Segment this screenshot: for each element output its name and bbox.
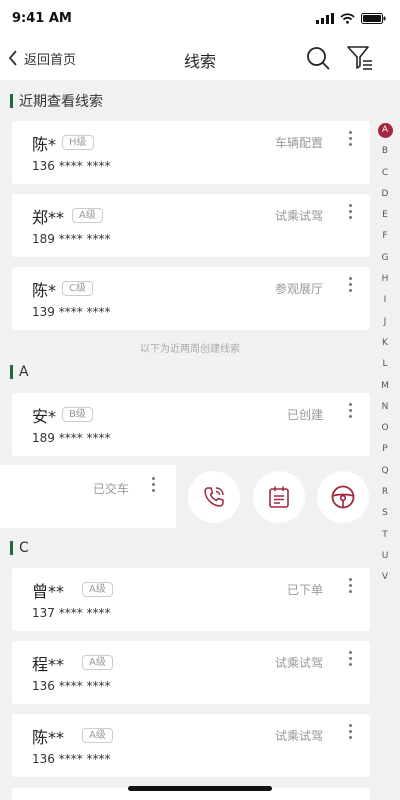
index-letter[interactable]: U	[376, 546, 394, 567]
lead-name: 陈**	[32, 728, 65, 747]
lead-status: 参观展厅	[274, 282, 323, 296]
lead-grade-badge: A级	[82, 655, 113, 670]
section-header-a: A	[10, 362, 29, 382]
index-letter[interactable]: S	[376, 503, 394, 524]
index-letter[interactable]: E	[376, 205, 394, 226]
lead-card[interactable]: 曾** A级 137 **** **** 已下单	[12, 568, 370, 631]
chevron-left-icon	[8, 50, 17, 66]
index-letter[interactable]: T	[376, 525, 394, 546]
lead-grade-badge: B级	[62, 407, 93, 422]
search-icon[interactable]	[305, 45, 331, 71]
lead-name: 程**	[32, 655, 65, 674]
lead-name: 郑**	[32, 208, 65, 227]
status-time: 9:41 AM	[12, 10, 72, 26]
steering-wheel-icon	[331, 485, 355, 509]
lead-grade-badge: A级	[82, 728, 113, 743]
lead-card[interactable]: 程** A级 136 **** **** 试乘试驾	[12, 641, 370, 704]
section-header-recent: 近期查看线索	[10, 91, 103, 111]
lead-status: 已创建	[286, 408, 323, 422]
index-letter[interactable]: A	[376, 120, 394, 141]
nav-bar: 返回首页 线索	[0, 36, 400, 80]
test-drive-button[interactable]	[317, 471, 369, 523]
more-icon[interactable]	[344, 277, 356, 297]
lead-card[interactable]: 陈* H级 136 **** **** 车辆配置	[12, 121, 370, 184]
index-letter[interactable]: Q	[376, 461, 394, 482]
more-icon[interactable]	[344, 204, 356, 224]
filter-icon[interactable]	[346, 44, 374, 72]
back-label: 返回首页	[24, 52, 77, 68]
index-letter[interactable]: H	[376, 269, 394, 290]
lead-card-swiped[interactable]: 已交车	[0, 465, 176, 528]
lead-grade-badge: A级	[72, 208, 103, 223]
index-letter[interactable]: R	[376, 482, 394, 503]
battery-icon	[361, 12, 386, 24]
status-icons	[316, 12, 386, 24]
section-title: 近期查看线索	[19, 94, 103, 110]
index-letter[interactable]: B	[376, 141, 394, 162]
lead-name: 陈*	[32, 135, 57, 154]
home-indicator	[128, 786, 272, 791]
lead-status: 试乘试驾	[274, 729, 323, 743]
lead-phone: 136 **** ****	[32, 679, 111, 693]
lead-card[interactable]: 陈* C级 139 **** **** 参观展厅	[12, 267, 370, 330]
index-letter[interactable]: P	[376, 439, 394, 460]
recent-footer-note: 以下为近两周创建线索	[140, 344, 240, 355]
index-letter[interactable]: D	[376, 184, 394, 205]
section-accent-bar	[10, 365, 13, 379]
more-icon[interactable]	[147, 477, 159, 497]
index-letter[interactable]: C	[376, 163, 394, 184]
index-letter[interactable]: O	[376, 418, 394, 439]
index-letter[interactable]: G	[376, 248, 394, 269]
section-title: A	[19, 364, 29, 380]
index-letter[interactable]: M	[376, 376, 394, 397]
index-letter[interactable]: F	[376, 226, 394, 247]
lead-phone: 136 **** ****	[32, 752, 111, 766]
lead-card[interactable]: 安* B级 189 **** **** 已创建	[12, 393, 370, 456]
phone-call-icon	[204, 487, 224, 507]
signal-icon	[316, 12, 334, 24]
index-letter[interactable]: N	[376, 397, 394, 418]
section-header-c: C	[10, 538, 29, 558]
lead-card[interactable]: 郑** A级 189 **** **** 试乘试驾	[12, 194, 370, 257]
lead-name: 安*	[32, 407, 57, 426]
section-accent-bar	[10, 94, 13, 108]
index-letter[interactable]: J	[376, 312, 394, 333]
more-icon[interactable]	[344, 131, 356, 151]
lead-status: 已下单	[286, 583, 323, 597]
lead-phone: 189 **** ****	[32, 431, 111, 445]
more-icon[interactable]	[344, 403, 356, 423]
lead-status: 已交车	[93, 482, 130, 496]
lead-card[interactable]: 陈** A级 136 **** **** 试乘试驾	[12, 714, 370, 777]
more-icon[interactable]	[344, 578, 356, 598]
lead-grade-badge: H级	[62, 135, 94, 150]
lead-status: 车辆配置	[274, 136, 323, 150]
calendar-note-icon	[269, 486, 289, 508]
lead-name: 陈*	[32, 281, 57, 300]
lead-phone: 137 **** ****	[32, 606, 111, 620]
lead-grade-badge: C级	[62, 281, 93, 296]
index-letter[interactable]: K	[376, 333, 394, 354]
back-button[interactable]: 返回首页	[8, 44, 76, 72]
lead-grade-badge: A级	[82, 582, 113, 597]
lead-phone: 139 **** ****	[32, 305, 111, 319]
index-letter[interactable]: V	[376, 567, 394, 588]
lead-name: 曾**	[32, 582, 65, 601]
lead-phone: 136 **** ****	[32, 159, 111, 173]
wifi-icon	[340, 12, 355, 24]
index-letter[interactable]: L	[376, 354, 394, 375]
lead-status: 试乘试驾	[274, 656, 323, 670]
more-icon[interactable]	[344, 724, 356, 744]
index-letter[interactable]: I	[376, 290, 394, 311]
more-icon[interactable]	[344, 651, 356, 671]
schedule-button[interactable]	[253, 471, 305, 523]
lead-phone: 189 **** ****	[32, 232, 111, 246]
section-accent-bar	[10, 541, 13, 555]
call-button[interactable]	[188, 471, 240, 523]
alphabet-index-bar[interactable]: A B C D E F G H I J K L M N O P Q R S T …	[376, 120, 394, 589]
lead-status: 试乘试驾	[274, 209, 323, 223]
section-title: C	[19, 540, 29, 556]
status-bar: 9:41 AM	[0, 0, 400, 36]
